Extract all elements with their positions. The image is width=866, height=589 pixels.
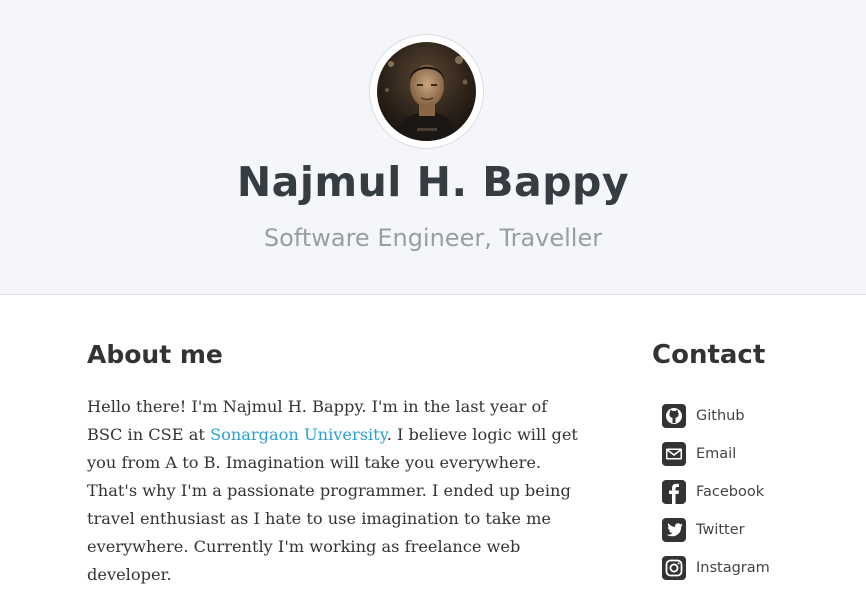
contact-link-instagram[interactable]: Instagram <box>661 549 770 587</box>
contact-link-facebook[interactable]: Facebook <box>661 473 770 511</box>
profile-name: Najmul H. Bappy <box>236 158 630 206</box>
github-icon <box>661 403 687 429</box>
contact-label: Facebook <box>696 484 765 500</box>
contact-link-twitter[interactable]: Twitter <box>661 511 770 549</box>
twitter-icon <box>661 517 687 543</box>
about-title: About me <box>87 340 223 369</box>
contact-link-email[interactable]: Email <box>661 435 770 473</box>
contact-label: Github <box>696 408 745 424</box>
about-text: Hello there! I'm Najmul H. Bappy. I'm in… <box>87 393 587 589</box>
instagram-icon <box>661 555 687 581</box>
email-icon <box>661 441 687 467</box>
contact-list: Github Email Facebook Twitter Instagram <box>661 397 770 587</box>
contact-label: Email <box>696 446 737 462</box>
about-text-rest: . I believe logic will get you from A to… <box>87 425 578 584</box>
avatar-frame <box>369 34 484 149</box>
university-link[interactable]: Sonargaon University <box>210 425 387 444</box>
facebook-icon <box>661 479 687 505</box>
contact-label: Twitter <box>696 522 745 538</box>
profile-header: Najmul H. Bappy Software Engineer, Trave… <box>0 0 866 295</box>
contact-label: Instagram <box>696 560 770 576</box>
avatar <box>377 42 476 141</box>
profile-subtitle: Software Engineer, Traveller <box>263 224 603 252</box>
contact-link-github[interactable]: Github <box>661 397 770 435</box>
contact-title: Contact <box>652 340 766 370</box>
